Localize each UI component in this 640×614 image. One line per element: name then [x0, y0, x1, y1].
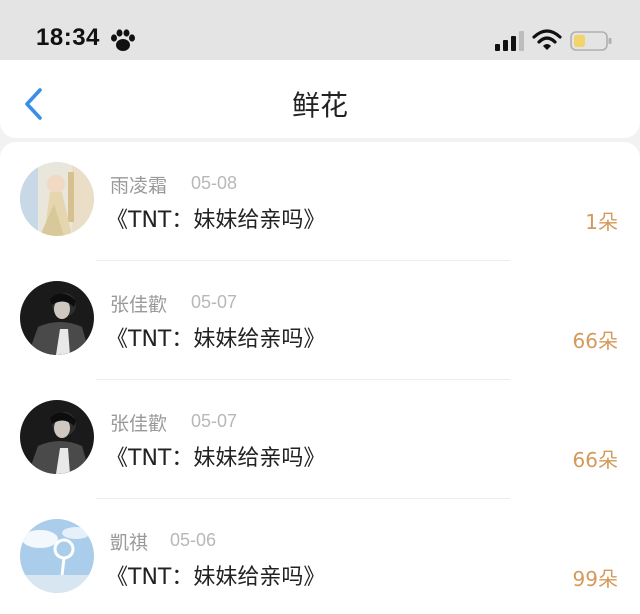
battery-icon: [570, 31, 612, 51]
work-title: 《TNT：妹妹给亲吗》: [106, 446, 326, 471]
flower-list: 雨凌霜 05-08 《TNT：妹妹给亲吗》 1朵 张佳歡 05-07 《TNT：…: [0, 142, 640, 614]
date: 05-08: [191, 173, 238, 193]
page-title: 鲜花: [291, 89, 348, 122]
flower-row[interactable]: 张佳歡 05-07 《TNT：妹妹给亲吗》 66朵: [0, 380, 640, 499]
paw-icon: [111, 29, 135, 51]
work-title: 《TNT：妹妹给亲吗》: [106, 208, 326, 233]
flower-row[interactable]: 凱祺 05-06 《TNT：妹妹给亲吗》 99朵: [0, 499, 640, 614]
status-bar: 18:34: [0, 0, 640, 60]
sender-name: 雨凌霜: [110, 175, 168, 197]
nav-bar: 鲜花: [0, 60, 640, 138]
avatar[interactable]: [20, 281, 94, 355]
avatar[interactable]: [20, 519, 94, 593]
sender-name: 凱祺: [110, 532, 149, 554]
date: 05-06: [170, 530, 217, 550]
status-time: 18:34: [36, 24, 100, 51]
avatar[interactable]: [20, 400, 94, 474]
flower-row[interactable]: 雨凌霜 05-08 《TNT：妹妹给亲吗》 1朵: [0, 142, 640, 261]
sender-name: 张佳歡: [110, 294, 168, 316]
flower-row[interactable]: 张佳歡 05-07 《TNT：妹妹给亲吗》 66朵: [0, 261, 640, 380]
date: 05-07: [191, 411, 238, 431]
signal-icon: [495, 31, 524, 51]
flower-count: 66朵: [572, 329, 618, 353]
work-title: 《TNT：妹妹给亲吗》: [106, 565, 326, 590]
avatar[interactable]: [20, 162, 94, 236]
sender-name: 张佳歡: [110, 413, 168, 435]
work-title: 《TNT：妹妹给亲吗》: [106, 327, 326, 352]
wifi-icon: [532, 29, 562, 50]
flower-count: 1朵: [585, 210, 618, 234]
flower-count: 66朵: [572, 448, 618, 472]
date: 05-07: [191, 292, 238, 312]
flower-count: 99朵: [572, 567, 618, 591]
